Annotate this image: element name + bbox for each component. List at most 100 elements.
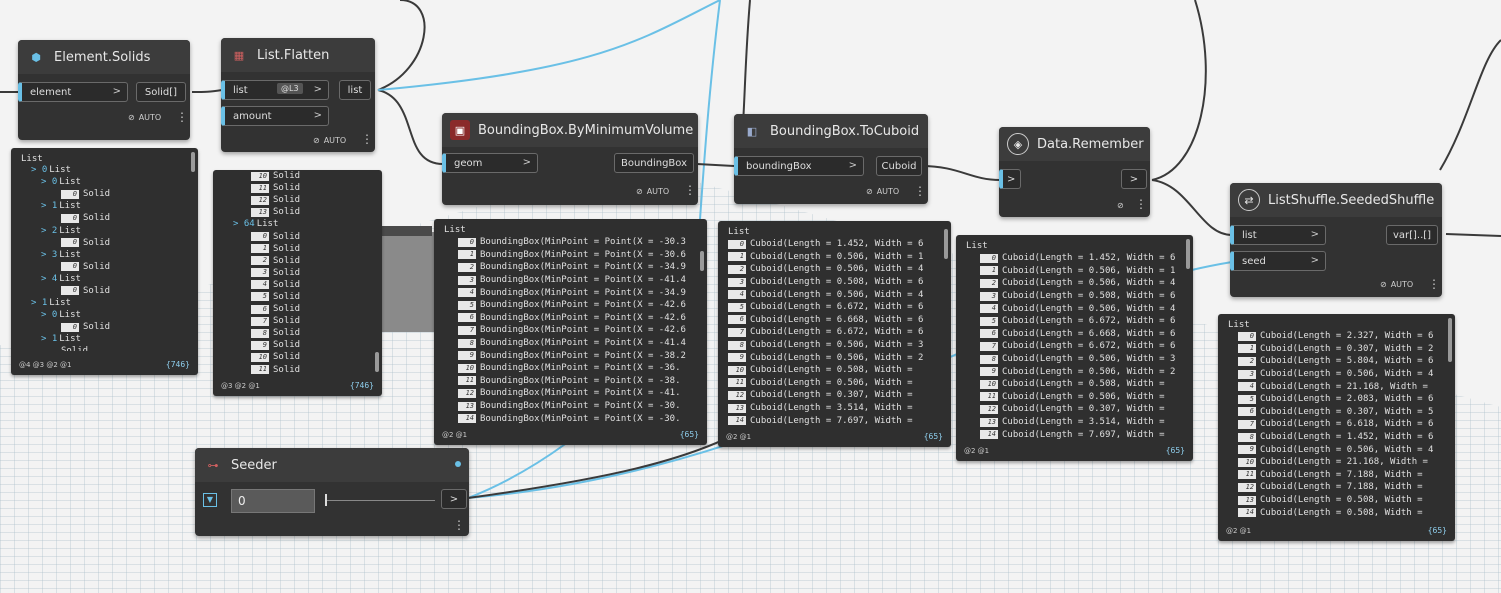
- more-icon[interactable]: ⋮: [1135, 197, 1147, 211]
- preview-list-flatten[interactable]: 10 Solid 11 Solid 12 Solid 13 Solid > 64 List 0 Sol…: [213, 170, 382, 396]
- more-icon[interactable]: ⋮: [361, 132, 373, 146]
- expand-toggle[interactable]: > 0: [41, 177, 57, 187]
- eye-off-icon[interactable]: ⊘: [1117, 201, 1124, 210]
- expand-toggle[interactable]: > 1: [31, 298, 47, 308]
- expand-toggle[interactable]: > 0: [41, 310, 57, 320]
- node-bbox-minvolume[interactable]: ▣ BoundingBox.ByMinimumVolume geom > Bound…: [442, 113, 698, 205]
- scrollbar[interactable]: [1448, 318, 1452, 362]
- run-mode[interactable]: ⊘ AUTO: [1380, 280, 1413, 289]
- wire-flatten-top: [377, 0, 426, 91]
- row-value: Cuboid(Length = 0.506, Width = 3: [1002, 354, 1176, 365]
- index-badge: 9: [980, 367, 998, 377]
- scrollbar[interactable]: [944, 229, 948, 259]
- input-list[interactable]: list >: [1230, 225, 1326, 245]
- index-badge: 5: [728, 302, 746, 312]
- row-value: Solid: [273, 255, 301, 266]
- list-icon: ▦: [233, 48, 245, 62]
- index-badge: 14: [1238, 508, 1256, 518]
- run-mode[interactable]: ⊘ AUTO: [866, 187, 899, 196]
- node-data-remember[interactable]: ◈ Data.Remember > > ⊘ ⋮: [999, 127, 1150, 217]
- row-value: Cuboid(Length = 2.083, Width = 6: [1260, 394, 1434, 405]
- run-mode[interactable]: ⊘ AUTO: [313, 136, 346, 145]
- expand-toggle[interactable]: > 1: [41, 201, 57, 211]
- expand-button[interactable]: ▼: [203, 493, 217, 507]
- preview-bbox[interactable]: List 0 BoundingBox(MinPoint = Point(X = -…: [434, 219, 707, 445]
- output-data[interactable]: >: [1121, 169, 1147, 189]
- expand-toggle[interactable]: > 1: [41, 334, 57, 344]
- remember-icon: ◈: [1007, 133, 1029, 155]
- node-list-flatten[interactable]: ▦ List.Flatten list @L3 > amount > list ⊘ AUT…: [221, 38, 375, 152]
- run-mode[interactable]: ⊘ AUTO: [128, 113, 161, 122]
- row-value: Cuboid(Length = 0.506, Width = 4: [1002, 278, 1176, 289]
- output-cuboid[interactable]: Cuboid: [876, 156, 922, 176]
- node-element-solids[interactable]: ⬢ Element.Solids element > Solid[] ⊘ AUTO ⋮: [18, 40, 190, 140]
- wire-shuffle-out: [1445, 233, 1501, 237]
- output-seed[interactable]: >: [441, 489, 467, 509]
- run-mode[interactable]: ⊘ AUTO: [636, 187, 669, 196]
- row-value: Cuboid(Length = 2.327, Width = 6: [1260, 331, 1434, 342]
- index-badge: 4: [458, 288, 476, 298]
- index-badge: 11: [458, 376, 476, 386]
- more-icon[interactable]: ⋮: [684, 183, 696, 197]
- row-value: BoundingBox(MinPoint = Point(X = -42.6: [480, 300, 686, 311]
- row-value: List: [49, 298, 71, 309]
- index-badge: 1: [1238, 344, 1256, 354]
- output-list[interactable]: list: [339, 80, 371, 100]
- input-list[interactable]: list @L3 >: [221, 80, 329, 100]
- preview-element-solids[interactable]: List > 0 List > 0 List 0 Solid > 1 List 0 Solid > …: [11, 148, 198, 375]
- input-data[interactable]: >: [999, 169, 1021, 189]
- row-value: Cuboid(Length = 6.672, Width = 6: [1002, 341, 1176, 352]
- input-boundingbox[interactable]: boundingBox >: [734, 156, 864, 176]
- input-element[interactable]: element >: [18, 82, 128, 102]
- more-icon[interactable]: ⋮: [176, 110, 188, 124]
- row-value: Cuboid(Length = 6.618, Width = 6: [1260, 419, 1434, 430]
- preview-row: 9 Solid: [213, 339, 372, 351]
- row-value: Solid: [83, 213, 111, 224]
- preview-remember[interactable]: List 0 Cuboid(Length = 1.452, Width = 61C…: [956, 235, 1193, 461]
- preview-row: > 64 List: [213, 218, 372, 230]
- index-badge: 4: [251, 280, 269, 290]
- row-value: Cuboid(Length = 0.508, Width =: [1002, 379, 1165, 390]
- input-seed[interactable]: seed >: [1230, 251, 1326, 271]
- expand-toggle[interactable]: > 4: [41, 274, 57, 284]
- more-icon[interactable]: ⋮: [914, 184, 926, 198]
- preview-row: 11 Solid: [213, 364, 372, 374]
- output-boundingbox[interactable]: BoundingBox: [614, 153, 694, 173]
- expand-toggle[interactable]: > 2: [41, 226, 57, 236]
- input-geom[interactable]: geom >: [442, 153, 538, 173]
- node-bbox-tocuboid[interactable]: ◧ BoundingBox.ToCuboid boundingBox > Cuboi…: [734, 114, 928, 204]
- row-value: Solid: [273, 267, 301, 278]
- scrollbar[interactable]: [375, 352, 379, 372]
- scrollbar[interactable]: [1186, 239, 1190, 269]
- preview-row: 7 BoundingBox(MinPoint = Point(X = -42.6: [458, 324, 697, 337]
- preview-row: 9 Cuboid(Length = 0.506, Width = 2: [980, 365, 1183, 378]
- index-badge: 0: [980, 253, 998, 263]
- seed-slider-track[interactable]: [325, 500, 435, 501]
- row-value: List: [59, 249, 81, 260]
- row-value: Solid: [273, 304, 301, 315]
- scrollbar[interactable]: [700, 251, 704, 271]
- seed-value-input[interactable]: 0: [231, 489, 315, 513]
- preview-cuboid[interactable]: List 0 Cuboid(Length = 1.452, Width = 61C…: [718, 221, 951, 447]
- preview-shuffle[interactable]: List 0 Cuboid(Length = 2.327, Width = 61C…: [1218, 314, 1455, 541]
- seed-slider-thumb[interactable]: [325, 494, 327, 506]
- more-icon[interactable]: ⋮: [453, 518, 465, 532]
- more-icon[interactable]: ⋮: [1428, 277, 1440, 291]
- scrollbar[interactable]: [191, 152, 195, 172]
- graph-canvas[interactable]: ⬢ Element.Solids element > Solid[] ⊘ AUTO ⋮…: [0, 0, 1501, 593]
- port-label: geom: [454, 157, 483, 169]
- output-var[interactable]: var[]..[]: [1386, 225, 1438, 245]
- output-solid[interactable]: Solid[]: [136, 82, 186, 102]
- preview-title: List: [21, 154, 43, 164]
- row-value: Solid: [83, 261, 111, 272]
- expand-toggle[interactable]: > 0: [31, 165, 47, 175]
- level-badge[interactable]: @L3: [277, 83, 303, 94]
- preview-row: > 0 List: [11, 164, 188, 176]
- index-badge: 2: [980, 278, 998, 288]
- node-seeder[interactable]: ⊶ Seeder ▼ 0 > ⋮: [195, 448, 469, 536]
- expand-toggle[interactable]: > 3: [41, 250, 57, 260]
- input-amount[interactable]: amount >: [221, 106, 329, 126]
- expand-toggle[interactable]: > 64: [233, 219, 255, 229]
- node-seeded-shuffle[interactable]: ⇄ ListShuffle.SeededShuffle list > seed > v…: [1230, 183, 1442, 297]
- index-badge: 8: [458, 338, 476, 348]
